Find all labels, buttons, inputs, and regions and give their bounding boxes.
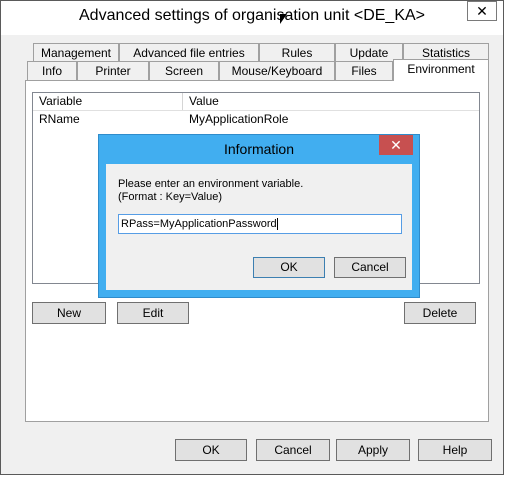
dialog-message-line: Please enter an environment variable. <box>118 178 304 190</box>
dialog-title: Information <box>223 141 295 157</box>
tab-label: Screen <box>164 64 204 78</box>
tab-management[interactable]: Management <box>33 43 119 62</box>
list-item[interactable]: RName MyApplicationRole <box>33 111 479 128</box>
list-header: Variable Value <box>33 93 479 111</box>
environment-variable-input[interactable]: RPass=MyApplicationPassword <box>118 214 402 234</box>
tab-label: Info <box>41 64 62 78</box>
dialog-client-area: Please enter an environment variable. (F… <box>106 164 412 290</box>
tab-mouse-keyboard[interactable]: Mouse/Keyboard <box>219 61 335 80</box>
close-icon: ✕ <box>390 137 402 153</box>
title-bar[interactable]: Advanced settings of organisation unit <… <box>1 1 503 35</box>
cell-value: MyApplicationRole <box>189 112 289 126</box>
tab-label: Update <box>349 46 389 60</box>
text-caret <box>276 218 278 231</box>
tab-rules[interactable]: Rules <box>259 43 335 62</box>
dialog-ok-button[interactable]: OK <box>253 257 325 278</box>
tab-label: Mouse/Keyboard <box>231 64 323 78</box>
edit-button[interactable]: Edit <box>117 302 189 324</box>
tab-printer[interactable]: Printer <box>77 61 149 80</box>
tab-files[interactable]: Files <box>335 61 393 80</box>
tab-label: Advanced file entries <box>133 46 245 60</box>
cell-variable: RName <box>39 112 80 126</box>
tab-label: Management <box>40 46 112 60</box>
dialog-message: Please enter an environment variable. (F… <box>118 178 303 204</box>
column-header-value[interactable]: Value <box>183 93 479 110</box>
tab-environment[interactable]: Environment <box>393 59 489 81</box>
tab-advanced-file-entries[interactable]: Advanced file entries <box>119 43 259 62</box>
dialog-format-hint: (Format : Key=Value) <box>118 191 223 203</box>
new-button[interactable]: New <box>32 302 106 324</box>
dialog-cancel-button[interactable]: Cancel <box>334 257 406 278</box>
mouse-pointer-icon <box>280 14 287 24</box>
column-header-variable[interactable]: Variable <box>33 93 183 110</box>
tab-label: Files <box>351 64 377 78</box>
close-icon: ✕ <box>476 3 488 19</box>
ok-button[interactable]: OK <box>175 439 247 461</box>
information-dialog: Information ✕ Please enter an environmen… <box>98 134 420 298</box>
tab-label: Rules <box>281 46 313 60</box>
window-close-button[interactable]: ✕ <box>467 1 497 21</box>
cancel-button[interactable]: Cancel <box>256 439 330 461</box>
tab-info[interactable]: Info <box>27 61 77 80</box>
window-title: Advanced settings of organisation unit <… <box>79 7 425 24</box>
tab-label: Environment <box>407 62 475 76</box>
tab-label: Printer <box>95 64 131 78</box>
help-button[interactable]: Help <box>418 439 492 461</box>
tab-label: Statistics <box>421 46 470 60</box>
delete-button[interactable]: Delete <box>404 302 476 324</box>
apply-button[interactable]: Apply <box>336 439 410 461</box>
input-text: RPass=MyApplicationPassword <box>121 218 277 230</box>
tab-screen[interactable]: Screen <box>149 61 219 80</box>
dialog-close-button[interactable]: ✕ <box>379 135 413 155</box>
